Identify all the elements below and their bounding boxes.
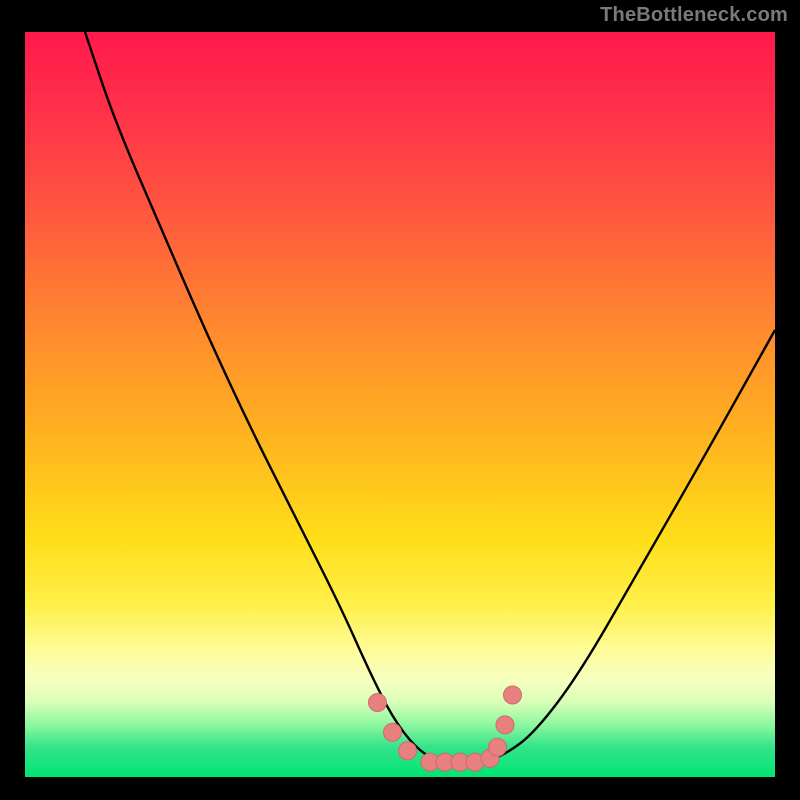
plot-area	[25, 32, 775, 777]
highlighted-point	[384, 723, 402, 741]
highlighted-point	[496, 716, 514, 734]
highlighted-points-group	[369, 686, 522, 771]
highlighted-point	[399, 742, 417, 760]
highlighted-point	[504, 686, 522, 704]
chart-frame: TheBottleneck.com	[0, 0, 800, 800]
attribution-label: TheBottleneck.com	[600, 4, 788, 27]
curve-layer	[25, 32, 775, 777]
bottleneck-curve	[85, 32, 775, 762]
highlighted-point	[369, 694, 387, 712]
highlighted-point	[489, 738, 507, 756]
